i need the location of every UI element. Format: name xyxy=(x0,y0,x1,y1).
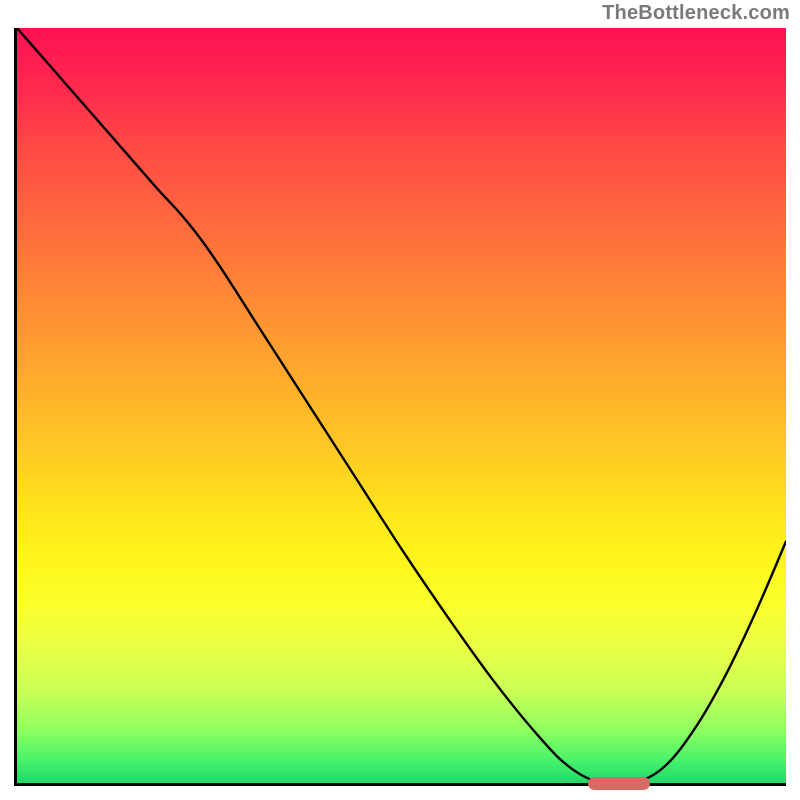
bottleneck-curve xyxy=(17,28,786,783)
watermark: TheBottleneck.com xyxy=(602,2,790,25)
optimal-marker xyxy=(588,777,650,790)
plot-area xyxy=(14,28,786,786)
chart-container: TheBottleneck.com xyxy=(0,0,800,800)
